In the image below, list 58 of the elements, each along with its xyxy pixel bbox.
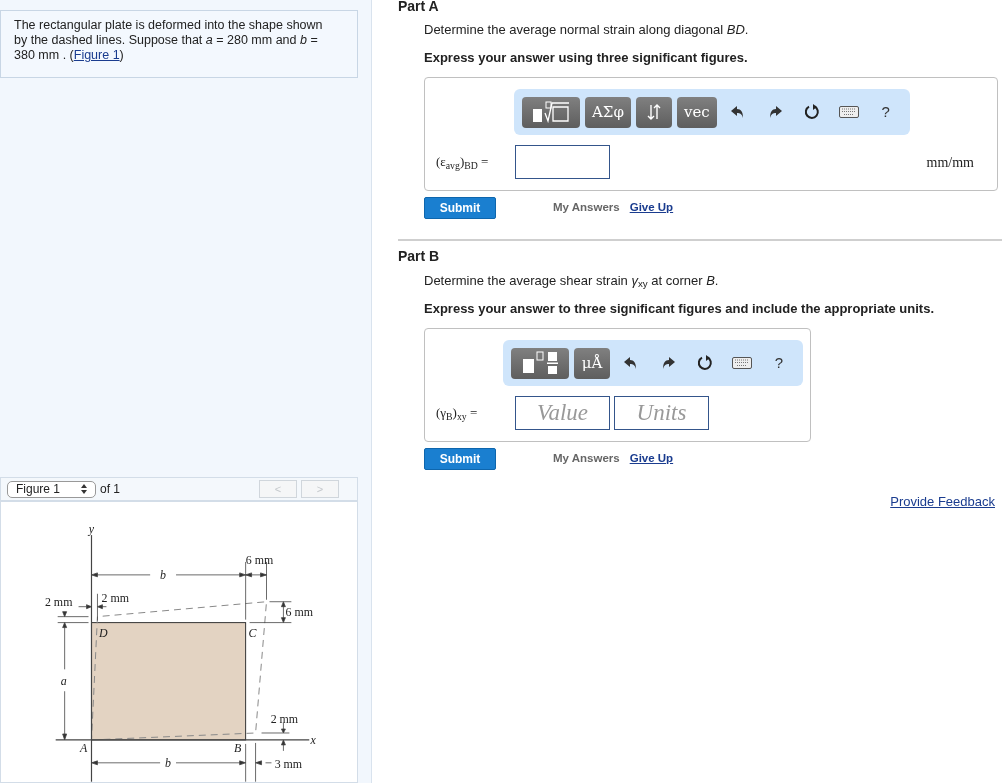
variable-label: B: [234, 740, 242, 755]
units-field[interactable]: Units: [614, 396, 709, 430]
reset-icon[interactable]: [697, 355, 713, 371]
variable-label: A: [79, 740, 88, 755]
arrows-button[interactable]: [635, 96, 672, 128]
symbol-button[interactable]: μÅ: [574, 347, 610, 379]
answer-label: (ε$_{avg}$)$_{BD}$ =: [436, 153, 490, 172]
undo-icon[interactable]: [730, 105, 745, 119]
reset-icon[interactable]: [803, 104, 820, 120]
dimension-label: 6 mm: [245, 552, 274, 567]
dimension-label: 2 mm: [270, 712, 299, 727]
help-button[interactable]: ?: [869, 96, 902, 128]
instruction-text: Express your answer using three significant figures.: [424, 50, 749, 66]
redo-icon[interactable]: [661, 356, 675, 370]
value-field[interactable]: Value: [515, 396, 610, 430]
my-answers-label: My Answers: [553, 451, 620, 467]
select-arrows-icon: [81, 484, 87, 495]
figure-count: of 1: [100, 481, 120, 499]
dimension-label: 2 mm: [101, 590, 130, 605]
variable-label: x: [310, 732, 316, 747]
variable-label: b: [165, 755, 172, 770]
instruction-text: Express your answer to three significant figures and include the appropriate units.: [424, 301, 935, 317]
undo-icon[interactable]: [624, 356, 638, 370]
symbol-button[interactable]: vec: [676, 96, 717, 128]
give-up-link[interactable]: Give Up: [629, 199, 674, 217]
figure-select[interactable]: Figure 1: [7, 480, 96, 498]
template-icon: [531, 101, 571, 123]
sort-arrows-icon: [646, 104, 661, 120]
my-answers-label: My Answers: [553, 200, 620, 216]
answer-field[interactable]: [515, 145, 610, 179]
dimension-label: 6 mm: [285, 604, 314, 619]
figure-link[interactable]: Figure 1: [73, 48, 120, 62]
redo-icon[interactable]: [767, 105, 782, 119]
question-text: Determine the average normal strain along diagonal BD.: [424, 22, 750, 38]
problem-text: The rectangular plate is deformed into the shape shown by the dashed lines. Suppose that a = 280 mm and b = 380 mm . (Figure 1): [14, 18, 324, 63]
unit-label: mm/mm: [926, 153, 974, 172]
template-button[interactable]: [511, 347, 569, 379]
answer-label: (γ$_{B}$)$_{xy}$ =: [436, 404, 479, 423]
give-up-link[interactable]: Give Up: [629, 450, 674, 468]
submit-button[interactable]: Submit: [424, 197, 496, 219]
variable-label: y: [88, 522, 95, 537]
feedback-link[interactable]: Provide Feedback: [890, 492, 995, 512]
variable-label: b: [160, 567, 167, 582]
variable-label: C: [248, 625, 257, 640]
part-heading: Part A: [398, 0, 440, 12]
symbol-button[interactable]: ΑΣφ: [585, 96, 631, 128]
dimension-label: 3 mm: [274, 756, 303, 771]
help-button[interactable]: ?: [763, 347, 795, 379]
fraction-template-icon: [520, 351, 560, 375]
keyboard-icon[interactable]: [732, 357, 752, 369]
submit-button[interactable]: Submit: [424, 448, 496, 470]
variable-label: D: [99, 625, 108, 640]
keyboard-icon[interactable]: [838, 106, 859, 118]
question-text: Determine the average shear strain γ$_{xy}$ at corner B.: [424, 273, 720, 289]
part-heading: Part B: [398, 247, 441, 265]
dimension-label: 2 mm: [44, 594, 73, 609]
template-button[interactable]: [522, 96, 580, 128]
variable-label: a: [60, 674, 67, 689]
